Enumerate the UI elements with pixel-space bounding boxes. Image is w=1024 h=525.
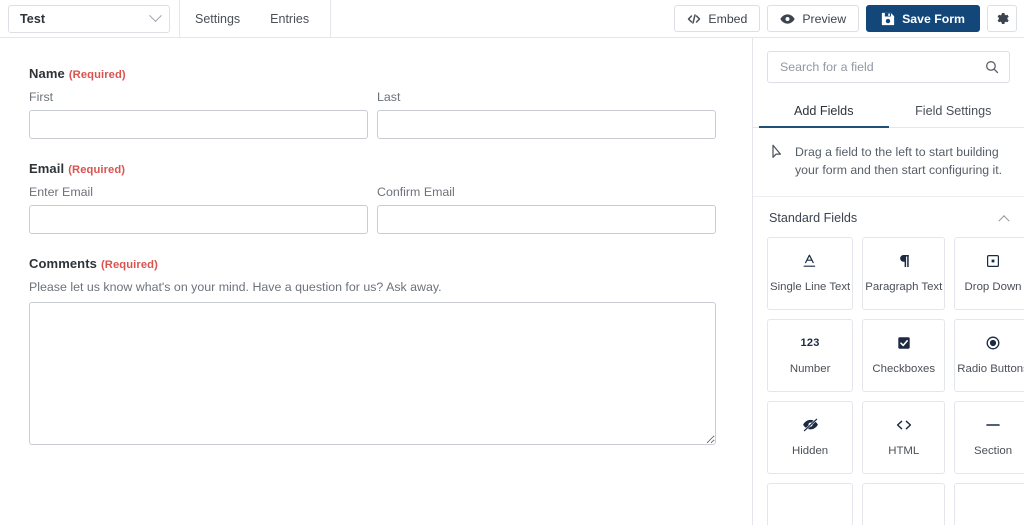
code-icon (687, 13, 701, 25)
toolbar-divider-2 (330, 0, 332, 38)
label-enter-email: Enter Email (29, 185, 94, 199)
dash-icon (984, 416, 1002, 434)
form-settings-button[interactable] (987, 5, 1017, 32)
preview-button-label: Preview (802, 11, 847, 26)
form-selector-dropdown[interactable]: Test (8, 4, 170, 33)
form-field-email[interactable]: Email (Required) Enter Email Confirm Emai… (29, 161, 716, 234)
field-card-label: Section (974, 445, 1013, 458)
cursor-arrow-icon (771, 144, 784, 160)
fields-sidebar: Add Fields Field Settings Drag a field t… (752, 38, 1024, 525)
field-legend-name-text: Name (29, 66, 65, 81)
field-card-next-row-3[interactable] (954, 482, 1024, 525)
form-field-name[interactable]: Name (Required) First Last (29, 66, 716, 139)
angle-brackets-icon (895, 416, 913, 434)
preview-button[interactable]: Preview (767, 5, 860, 32)
gear-icon (995, 11, 1010, 26)
field-legend-email: Email (Required) (29, 161, 716, 176)
field-card-label: Single Line Text (770, 281, 851, 294)
input-first-name[interactable] (29, 110, 368, 139)
form-builder-app: Test Settings Entries Embed Preview Save… (0, 0, 1024, 525)
email-confirm-col: Confirm Email (377, 185, 716, 234)
field-card-html[interactable]: HTML (862, 400, 946, 474)
label-last-name: Last (377, 90, 401, 104)
field-card-label: Paragraph Text (865, 281, 943, 294)
comments-help-text: Please let us know what's on your mind. … (29, 280, 442, 294)
square-dot-icon (985, 252, 1001, 270)
body-split: Name(Required) First Last Email(Requir (0, 38, 1024, 525)
standard-fields-section-header[interactable]: Standard Fields (753, 197, 1024, 237)
field-card-next-row-1[interactable] (767, 482, 854, 525)
sidebar-tabs: Add Fields Field Settings (753, 95, 1024, 128)
form-selector-value: Test (20, 11, 46, 26)
input-last-name[interactable] (377, 110, 716, 139)
floppy-disk-icon (881, 12, 895, 26)
field-legend-comments-text: Comments (29, 256, 97, 271)
input-enter-email[interactable] (29, 205, 368, 234)
field-card-label: Checkboxes (872, 363, 936, 376)
standard-fields-title: Standard Fields (769, 210, 858, 225)
field-required-badge-comments: (Required) (100, 259, 158, 271)
email-enter-col: Enter Email (29, 185, 368, 234)
search-field-box[interactable] (767, 51, 1010, 83)
toolbar-actions: Embed Preview Save Form (674, 5, 1024, 32)
tab-field-settings[interactable]: Field Settings (889, 95, 1019, 128)
form-field-comments[interactable]: Comments (Required) Please let us know wh… (29, 256, 716, 445)
radio-selected-icon (985, 334, 1001, 352)
name-last-col: Last (377, 90, 716, 139)
field-card-drop-down[interactable]: Drop Down (954, 236, 1024, 310)
field-required-badge-name: (Required) (68, 69, 126, 81)
eye-slash-icon (802, 416, 819, 434)
label-first-name: First (29, 90, 54, 104)
tab-add-fields[interactable]: Add Fields (759, 95, 889, 128)
email-subfields-row: Enter Email Confirm Email (29, 185, 716, 234)
standard-fields-grid: Single Line Text Paragraph Text Drop Dow… (753, 236, 1024, 525)
pilcrow-icon (896, 252, 912, 270)
search-icon (985, 60, 999, 74)
name-first-col: First (29, 90, 368, 139)
chevron-up-icon[interactable] (998, 214, 1010, 227)
eye-icon (780, 13, 795, 25)
field-card-hidden[interactable]: Hidden (767, 400, 854, 474)
field-required-badge-email: (Required) (68, 164, 126, 176)
input-comments[interactable] (29, 302, 716, 445)
field-card-radio-buttons[interactable]: Radio Buttons (954, 318, 1024, 392)
checkbox-checked-icon (896, 334, 912, 352)
nav-item-entries[interactable]: Entries (255, 0, 324, 38)
embed-button[interactable]: Embed (674, 5, 761, 32)
search-wrap (753, 38, 1024, 95)
search-input[interactable] (780, 60, 985, 74)
drag-hint: Drag a field to the left to start buildi… (753, 128, 1024, 197)
nav-item-settings[interactable]: Settings (180, 0, 255, 38)
embed-button-label: Embed (708, 11, 748, 26)
field-card-label: Drop Down (964, 281, 1022, 294)
text-a-underline-icon (802, 252, 818, 270)
field-card-section[interactable]: Section (954, 400, 1024, 474)
chevron-down-icon (149, 9, 162, 23)
label-confirm-email: Confirm Email (377, 185, 455, 199)
field-card-next-row-2[interactable] (862, 482, 946, 525)
save-form-button[interactable]: Save Form (866, 5, 980, 32)
field-card-paragraph-text[interactable]: Paragraph Text (862, 236, 946, 310)
input-confirm-email[interactable] (377, 205, 716, 234)
field-card-label: Hidden (792, 445, 829, 458)
name-subfields-row: First Last (29, 90, 716, 139)
field-legend-email-text: Email (29, 161, 65, 176)
drag-hint-text: Drag a field to the left to start buildi… (795, 145, 1003, 177)
field-card-label: Number (789, 363, 831, 376)
field-legend-name: Name (Required) (29, 66, 716, 81)
field-card-label: HTML (888, 445, 920, 458)
top-toolbar: Test Settings Entries Embed Preview Save… (0, 0, 1024, 38)
field-legend-comments: Comments (Required) (29, 256, 716, 271)
field-card-single-line-text[interactable]: Single Line Text (767, 236, 854, 310)
top-nav: Settings Entries (180, 0, 324, 38)
field-card-checkboxes[interactable]: Checkboxes (862, 318, 946, 392)
field-card-label: Radio Buttons (957, 363, 1024, 376)
save-form-button-label: Save Form (902, 11, 965, 26)
form-canvas: Name(Required) First Last Email(Requir (0, 38, 752, 525)
field-card-number[interactable]: 123 Number (767, 318, 854, 392)
123-icon: 123 (800, 337, 820, 350)
